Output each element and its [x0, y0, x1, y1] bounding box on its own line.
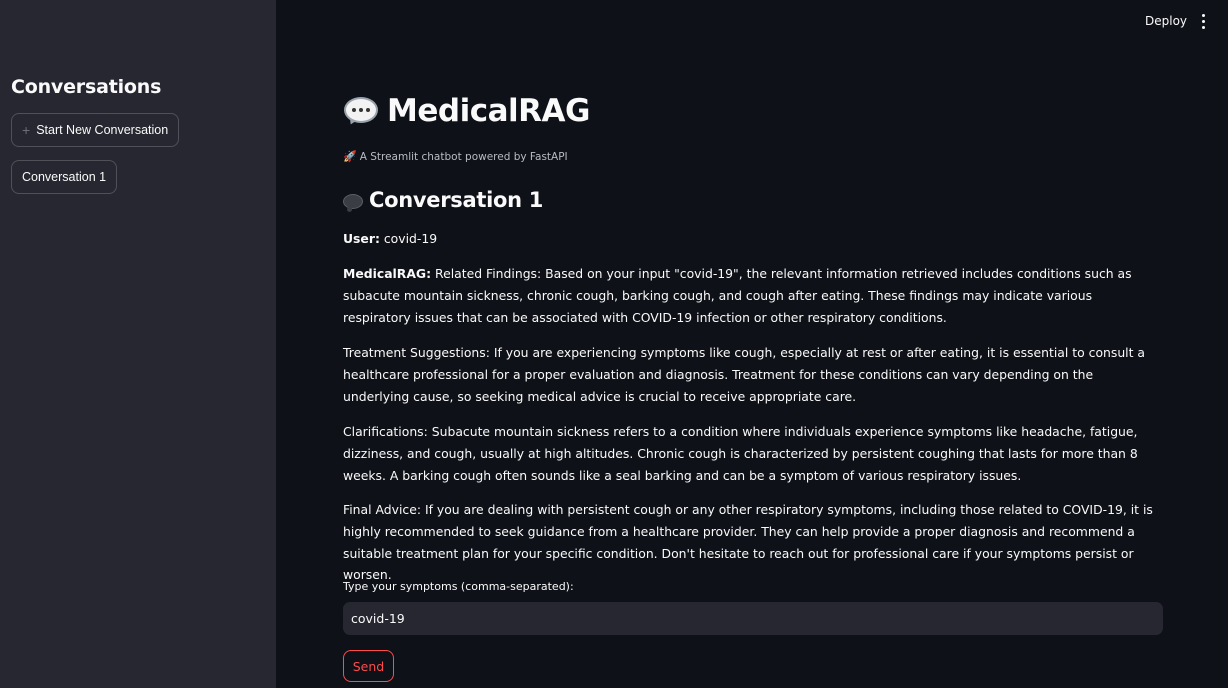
sidebar-title: Conversations [11, 76, 162, 98]
speech-bubble-icon [343, 95, 379, 127]
send-button[interactable]: Send [343, 650, 394, 682]
conversation-item-1[interactable]: Conversation 1 [11, 160, 118, 194]
page-title-text: MedicalRAG [387, 93, 590, 129]
thought-bubble-icon [343, 193, 363, 212]
deploy-button[interactable]: Deploy [1138, 10, 1194, 32]
symptoms-input[interactable] [343, 602, 1163, 635]
more-options-icon[interactable] [1196, 10, 1210, 32]
user-message: User: covid-19 [343, 228, 1163, 250]
bot-prefix: MedicalRAG: [343, 266, 432, 281]
conversation-heading: Conversation 1 [343, 186, 543, 214]
sidebar: Conversations + Start New Conversation C… [0, 0, 276, 688]
bot-message-paragraph: Clarifications: Subacute mountain sickne… [343, 424, 1138, 483]
app-root: Conversations + Start New Conversation C… [0, 0, 1228, 688]
rocket-icon: 🚀 [343, 150, 357, 163]
plus-icon: + [22, 122, 31, 138]
page-subtitle: 🚀 A Streamlit chatbot powered by FastAPI [343, 150, 568, 163]
user-message-text: covid-19 [383, 231, 438, 246]
subtitle-text: A Streamlit chatbot powered by FastAPI [359, 150, 568, 163]
start-new-conversation-label: Start New Conversation [36, 123, 169, 137]
bot-message-paragraph: Final Advice: If you are dealing with pe… [343, 502, 1153, 583]
symptoms-input-label: Type your symptoms (comma-separated): [343, 580, 574, 593]
user-prefix: User: [343, 231, 380, 246]
bot-paragraph-text: Related Findings: Based on your input "c… [343, 266, 1132, 325]
start-new-conversation-button[interactable]: + Start New Conversation [11, 113, 180, 147]
bot-message-paragraph: Treatment Suggestions: If you are experi… [343, 345, 1146, 404]
bot-message-paragraph: MedicalRAG: Related Findings: Based on y… [343, 263, 1163, 328]
conversation-heading-text: Conversation 1 [369, 188, 544, 212]
conversation-item-label: Conversation 1 [22, 170, 107, 184]
page-title: MedicalRAG [343, 90, 590, 132]
